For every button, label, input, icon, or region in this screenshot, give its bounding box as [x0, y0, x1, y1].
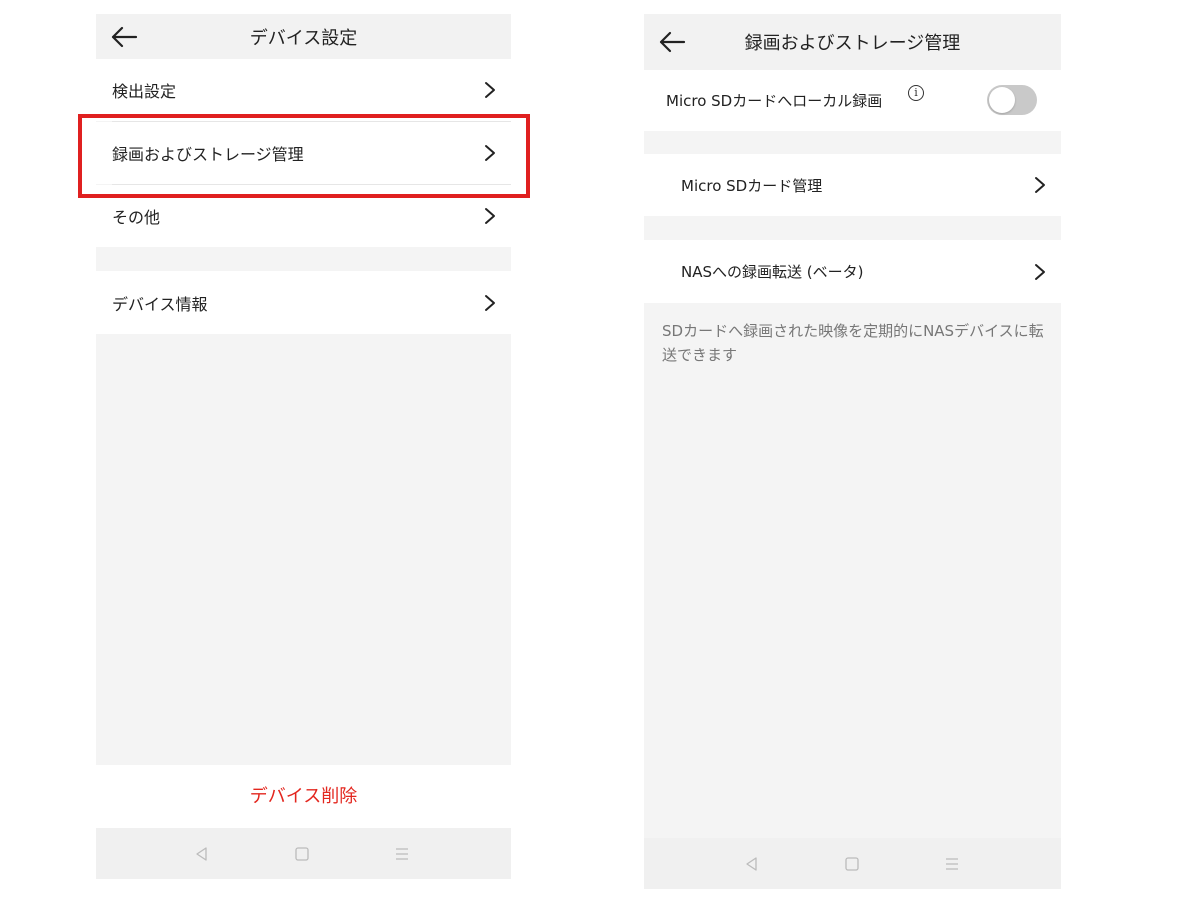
local-recording-toggle[interactable] — [987, 85, 1037, 115]
menu-item-sd-card-management[interactable]: Micro SDカード管理 — [644, 154, 1061, 216]
local-recording-row: Micro SDカードへローカル録画 i — [644, 70, 1061, 131]
toggle-knob — [989, 87, 1015, 113]
menu-item-label: 録画およびストレージ管理 — [112, 145, 304, 164]
square-home-icon[interactable] — [843, 855, 861, 873]
menu-lines-icon[interactable] — [943, 855, 961, 873]
info-icon[interactable]: i — [908, 85, 924, 101]
recording-storage-screen: 録画およびストレージ管理 Micro SDカードへローカル録画 i Micro … — [644, 14, 1061, 889]
page-title: 録画およびストレージ管理 — [744, 33, 961, 54]
chevron-right-icon — [485, 208, 495, 224]
system-nav-bar — [644, 838, 1061, 889]
page-title: デバイス設定 — [249, 27, 358, 49]
local-recording-label: Micro SDカードへローカル録画 — [666, 92, 883, 110]
menu-lines-icon[interactable] — [393, 845, 411, 863]
chevron-right-icon — [485, 145, 495, 161]
header-bar: デバイス設定 — [96, 14, 511, 59]
menu-item-device-info[interactable]: デバイス情報 — [96, 271, 511, 334]
system-nav-bar — [96, 828, 511, 879]
menu-item-other[interactable]: その他 — [96, 185, 511, 247]
nas-transfer-description: SDカードへ録画された映像を定期的にNASデバイスに転送できます — [662, 322, 1044, 364]
menu-item-label: Micro SDカード管理 — [681, 176, 823, 195]
menu-item-recording-storage[interactable]: 録画およびストレージ管理 — [96, 122, 511, 184]
menu-item-label: 検出設定 — [112, 82, 177, 101]
triangle-back-icon[interactable] — [193, 845, 211, 863]
chevron-right-icon — [1035, 177, 1045, 193]
chevron-right-icon — [485, 82, 495, 98]
header-bar: 録画およびストレージ管理 — [644, 14, 1061, 70]
menu-item-label: NASへの録画転送 (ベータ) — [681, 263, 864, 281]
triangle-back-icon[interactable] — [743, 855, 761, 873]
chevron-right-icon — [485, 294, 495, 311]
menu-item-label: デバイス情報 — [112, 294, 208, 314]
arrow-left-icon[interactable] — [658, 30, 686, 54]
menu-item-label: その他 — [112, 208, 161, 227]
delete-device-button[interactable]: デバイス削除 — [96, 765, 511, 828]
menu-item-detection-settings[interactable]: 検出設定 — [96, 59, 511, 121]
menu-item-nas-transfer[interactable]: NASへの録画転送 (ベータ) — [644, 240, 1061, 303]
arrow-left-icon[interactable] — [110, 25, 138, 49]
device-settings-screen: デバイス設定 検出設定 録画およびストレージ管理 その他 デバイス情報 デバイス… — [96, 14, 511, 879]
square-home-icon[interactable] — [293, 845, 311, 863]
chevron-right-icon — [1035, 263, 1045, 280]
